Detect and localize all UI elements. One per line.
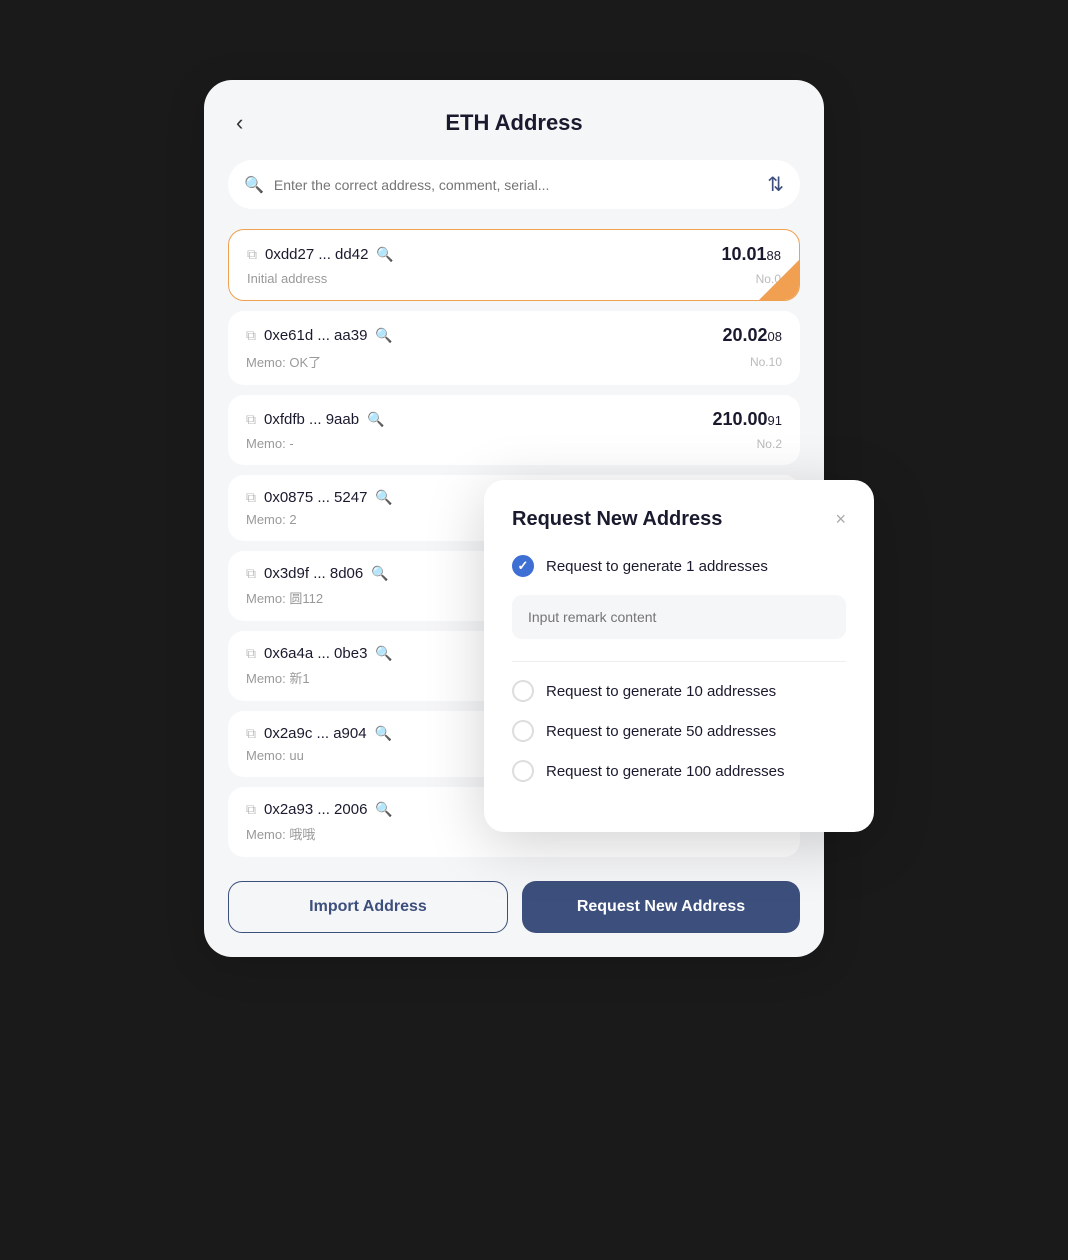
address-left: ⧉ 0x6a4a ... 0be3 🔍 <box>246 645 393 662</box>
address-memo: Memo: - <box>246 436 294 451</box>
address-left: ⧉ 0xfdfb ... 9aab 🔍 <box>246 411 385 428</box>
address-card[interactable]: ⧉ 0xfdfb ... 9aab 🔍 210.0091 Memo: - No.… <box>228 395 800 465</box>
search-input[interactable] <box>274 177 757 193</box>
address-memo: Memo: OK了 <box>246 352 321 371</box>
address-left: ⧉ 0x2a93 ... 2006 🔍 <box>246 801 393 818</box>
search-address-icon[interactable]: 🔍 <box>375 489 392 506</box>
radio-label: Request to generate 100 addresses <box>546 763 785 780</box>
address-card[interactable]: ⧉ 0xdd27 ... dd42 🔍 10.0188 Initial addr… <box>228 229 800 301</box>
header: ‹ ETH Address <box>228 110 800 136</box>
address-bottom: Memo: OK了 No.10 <box>246 352 782 371</box>
search-address-icon[interactable]: 🔍 <box>375 327 392 344</box>
filter-icon[interactable]: ⇅ <box>767 172 784 197</box>
address-left: ⧉ 0xdd27 ... dd42 🔍 <box>247 246 394 263</box>
address-hash: 0x2a93 ... 2006 <box>264 801 367 818</box>
modal-options: Request to generate 1 addresses Request t… <box>512 555 846 782</box>
address-top: ⧉ 0xe61d ... aa39 🔍 20.0208 <box>246 325 782 346</box>
search-address-icon[interactable]: 🔍 <box>376 246 393 263</box>
address-top: ⧉ 0xdd27 ... dd42 🔍 10.0188 <box>247 244 781 265</box>
request-address-button[interactable]: Request New Address <box>522 881 800 933</box>
modal-card: Request New Address × Request to generat… <box>484 480 874 832</box>
search-bar: 🔍 ⇅ <box>228 160 800 209</box>
search-address-icon[interactable]: 🔍 <box>375 645 392 662</box>
address-bottom: Initial address No.0 <box>247 271 781 286</box>
radio-circle <box>512 680 534 702</box>
radio-label: Request to generate 10 addresses <box>546 683 776 700</box>
copy-icon[interactable]: ⧉ <box>246 725 256 742</box>
copy-icon[interactable]: ⧉ <box>246 645 256 662</box>
footer-buttons: Import Address Request New Address <box>228 881 800 933</box>
address-amount: 20.0208 <box>722 325 782 346</box>
address-left: ⧉ 0x2a9c ... a904 🔍 <box>246 725 392 742</box>
modal-overlay: Request New Address × Request to generat… <box>484 480 874 832</box>
modal-close-button[interactable]: × <box>835 509 846 530</box>
search-icon: 🔍 <box>244 175 264 195</box>
address-hash: 0xe61d ... aa39 <box>264 327 367 344</box>
divider <box>512 661 846 662</box>
address-hash: 0xdd27 ... dd42 <box>265 246 368 263</box>
corner-badge <box>759 260 799 300</box>
radio-option[interactable]: Request to generate 100 addresses <box>512 760 846 782</box>
address-memo: Memo: 新1 <box>246 668 310 687</box>
radio-option[interactable]: Request to generate 10 addresses <box>512 680 846 702</box>
radio-label: Request to generate 50 addresses <box>546 723 776 740</box>
copy-icon[interactable]: ⧉ <box>246 565 256 582</box>
copy-icon[interactable]: ⧉ <box>247 246 257 263</box>
address-hash: 0x2a9c ... a904 <box>264 725 367 742</box>
address-memo: Memo: uu <box>246 748 304 763</box>
address-top: ⧉ 0xfdfb ... 9aab 🔍 210.0091 <box>246 409 782 430</box>
address-left: ⧉ 0x3d9f ... 8d06 🔍 <box>246 565 389 582</box>
page-title: ETH Address <box>445 110 582 136</box>
search-address-icon[interactable]: 🔍 <box>371 565 388 582</box>
address-hash: 0x6a4a ... 0be3 <box>264 645 367 662</box>
app-container: ‹ ETH Address 🔍 ⇅ ⧉ 0xdd27 ... dd42 🔍 10… <box>204 80 864 1180</box>
address-no: No.10 <box>750 355 782 369</box>
address-hash: 0xfdfb ... 9aab <box>264 411 359 428</box>
address-hash: 0x3d9f ... 8d06 <box>264 565 363 582</box>
import-address-button[interactable]: Import Address <box>228 881 508 933</box>
address-bottom: Memo: - No.2 <box>246 436 782 451</box>
copy-icon[interactable]: ⧉ <box>246 489 256 506</box>
radio-circle <box>512 720 534 742</box>
copy-icon[interactable]: ⧉ <box>246 801 256 818</box>
radio-option[interactable]: Request to generate 1 addresses <box>512 555 846 577</box>
modal-header: Request New Address × <box>512 508 846 531</box>
address-card[interactable]: ⧉ 0xe61d ... aa39 🔍 20.0208 Memo: OK了 No… <box>228 311 800 385</box>
remark-input[interactable] <box>512 595 846 639</box>
address-no: No.2 <box>757 437 782 451</box>
radio-circle <box>512 760 534 782</box>
search-address-icon[interactable]: 🔍 <box>375 725 392 742</box>
address-memo: Memo: 2 <box>246 512 297 527</box>
radio-circle <box>512 555 534 577</box>
copy-icon[interactable]: ⧉ <box>246 327 256 344</box>
copy-icon[interactable]: ⧉ <box>246 411 256 428</box>
radio-label: Request to generate 1 addresses <box>546 558 768 575</box>
search-address-icon[interactable]: 🔍 <box>375 801 392 818</box>
address-hash: 0x0875 ... 5247 <box>264 489 367 506</box>
address-memo: Memo: 哦哦 <box>246 824 315 843</box>
modal-title: Request New Address <box>512 508 722 531</box>
address-left: ⧉ 0xe61d ... aa39 🔍 <box>246 327 393 344</box>
address-amount: 210.0091 <box>712 409 782 430</box>
search-address-icon[interactable]: 🔍 <box>367 411 384 428</box>
address-memo: Initial address <box>247 271 327 286</box>
radio-option[interactable]: Request to generate 50 addresses <box>512 720 846 742</box>
address-memo: Memo: 圆112 <box>246 588 323 607</box>
address-left: ⧉ 0x0875 ... 5247 🔍 <box>246 489 393 506</box>
back-button[interactable]: ‹ <box>228 106 251 140</box>
